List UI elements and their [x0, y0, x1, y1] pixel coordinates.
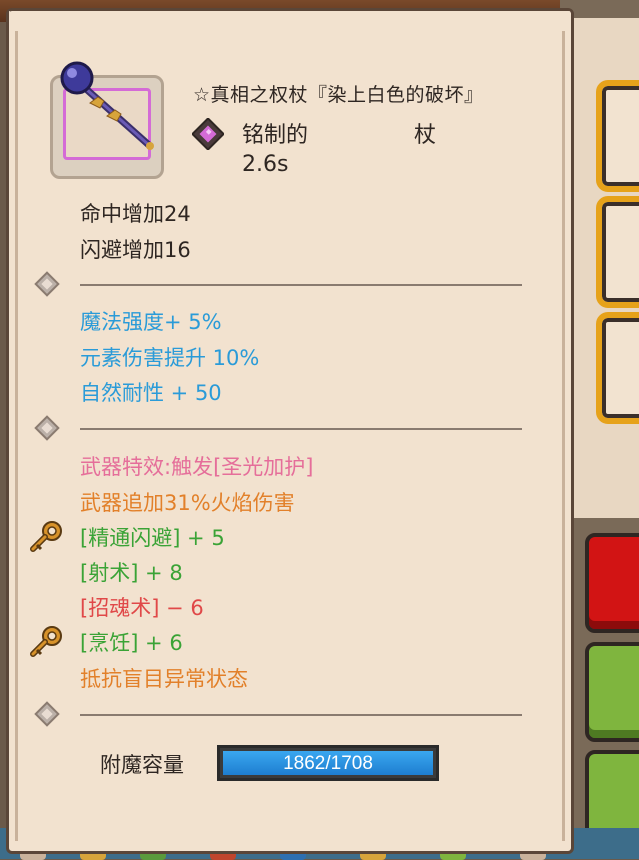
attack-speed: 2.6s — [242, 152, 289, 177]
section-divider — [80, 428, 522, 430]
section-divider — [80, 714, 522, 716]
key-icon — [30, 626, 62, 657]
magic-stat: 元素伤害提升 10% — [80, 346, 260, 370]
enchant-capacity-value: 1862/1708 — [283, 753, 373, 774]
red-action-button[interactable] — [585, 533, 639, 633]
green-action-button[interactable] — [585, 642, 639, 742]
equipment-slot[interactable] — [596, 196, 639, 308]
craft-label: 铭制的 — [242, 123, 309, 148]
weapon-type: 杖 — [414, 123, 437, 148]
status-resist: 抵抗盲目异常状态 — [80, 667, 248, 691]
section-divider — [80, 284, 522, 286]
skill-bonus: [烹饪] + 6 — [80, 631, 183, 655]
equipment-slot[interactable] — [596, 312, 639, 424]
panel-border-right — [562, 31, 565, 841]
equipment-slot[interactable] — [596, 80, 639, 192]
diamond-divider-icon — [34, 415, 60, 441]
fire-damage: 武器追加31%火焰伤害 — [80, 491, 295, 515]
magic-stat: 魔法强度+ 5% — [80, 310, 222, 334]
base-stat: 闪避增加16 — [80, 238, 191, 262]
skill-bonus: [射术] + 8 — [80, 561, 183, 585]
key-icon — [30, 521, 62, 552]
skill-penalty: [招魂术] − 6 — [80, 596, 204, 620]
item-name: ☆真相之权杖『染上白色的破坏』 — [193, 84, 484, 106]
enchant-capacity-label: 附魔容量 — [100, 753, 184, 777]
enchant-capacity-bar: 1862/1708 — [217, 745, 439, 781]
diamond-divider-icon — [34, 271, 60, 297]
base-stat: 命中增加24 — [80, 202, 191, 226]
skill-bonus: [精通闪避] + 5 — [80, 526, 225, 550]
magic-stat: 自然耐性 + 50 — [80, 381, 222, 405]
diamond-divider-icon — [34, 701, 60, 727]
staff-icon — [60, 61, 154, 150]
gem-socket-icon — [192, 118, 224, 150]
panel-border-left — [15, 31, 18, 841]
weapon-effect: 武器特效:触发[圣光加护] — [80, 455, 314, 479]
